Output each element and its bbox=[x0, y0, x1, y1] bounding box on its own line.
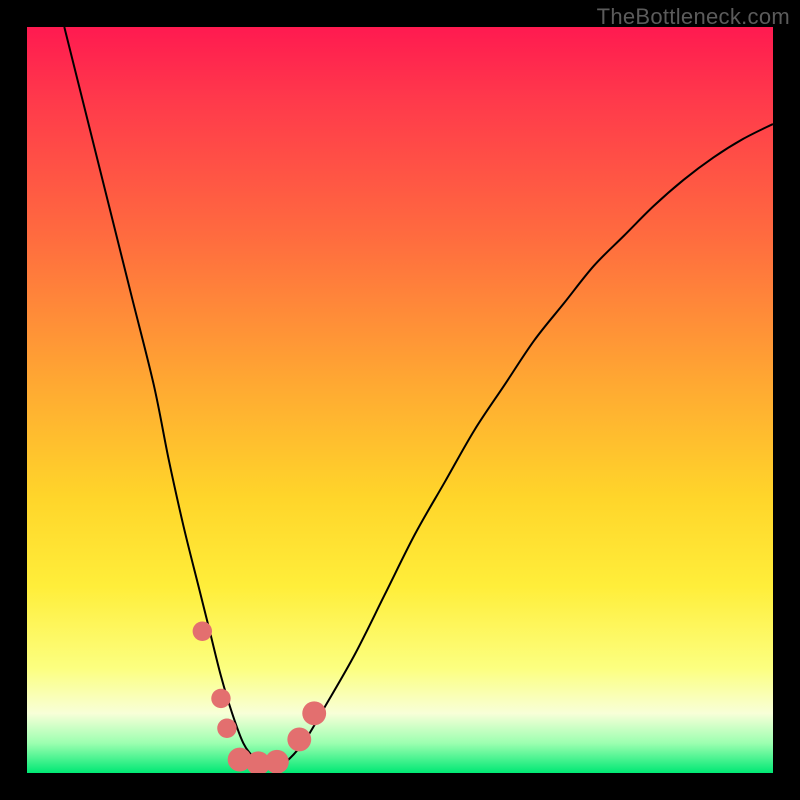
data-marker bbox=[302, 701, 326, 725]
data-marker bbox=[211, 689, 230, 708]
data-marker bbox=[287, 727, 311, 751]
data-marker bbox=[265, 750, 289, 773]
plot-area bbox=[27, 27, 773, 773]
curve-line bbox=[64, 27, 773, 768]
data-marker bbox=[217, 719, 236, 738]
chart-svg bbox=[27, 27, 773, 773]
chart-frame: TheBottleneck.com bbox=[0, 0, 800, 800]
data-marker bbox=[193, 622, 212, 641]
